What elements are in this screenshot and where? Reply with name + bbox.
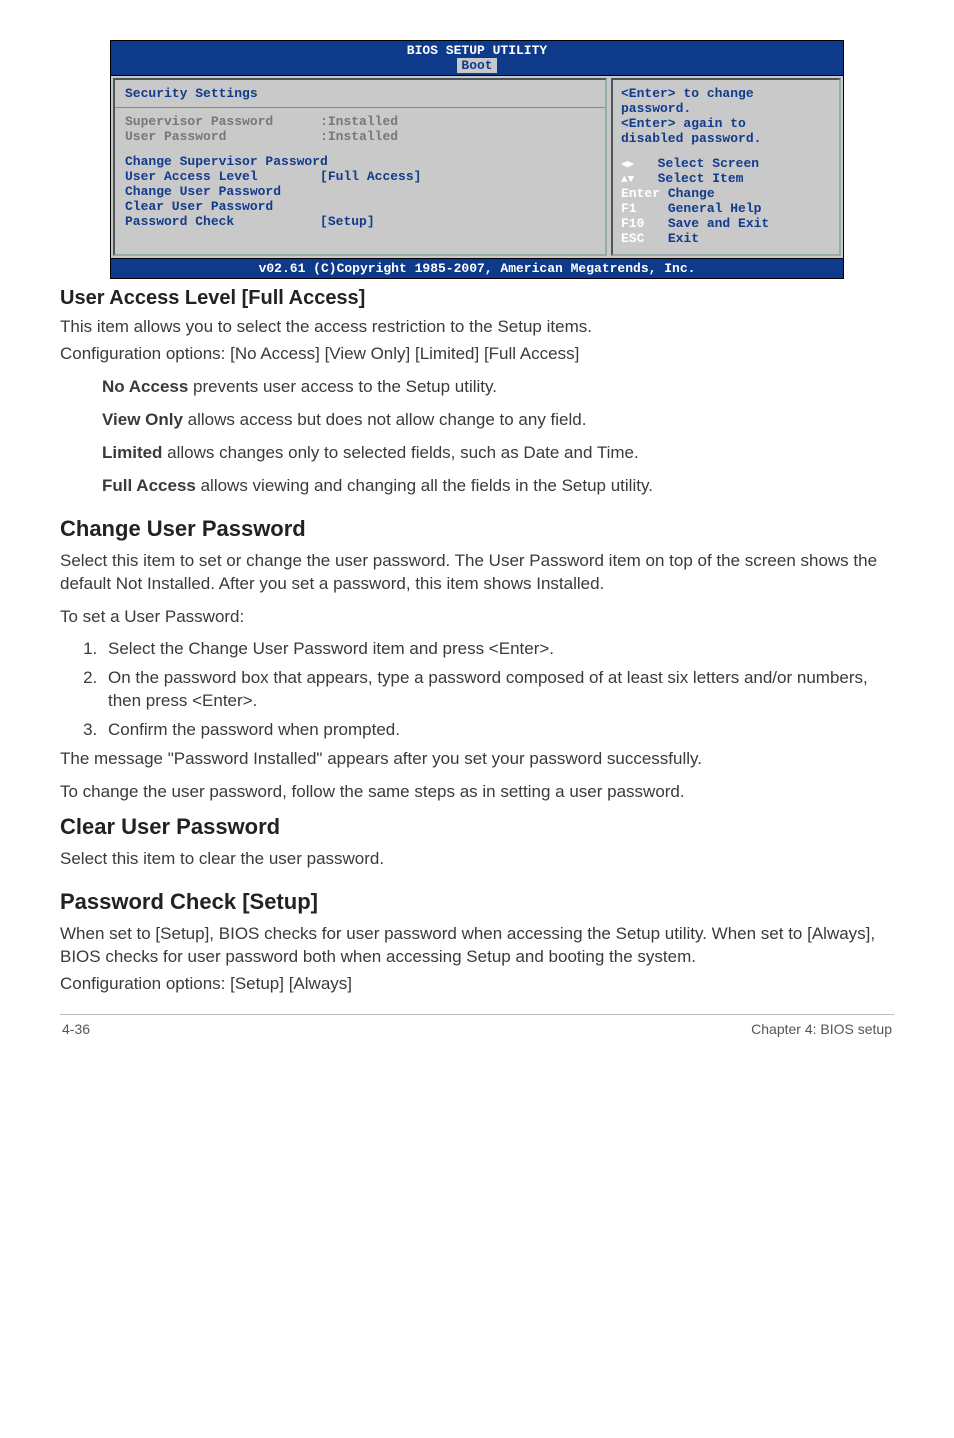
bios-user-password-row: User Password :Installed: [125, 129, 595, 144]
chapter-title: Chapter 4: BIOS setup: [751, 1021, 892, 1037]
bios-footer: v02.61 (C)Copyright 1985-2007, American …: [111, 258, 843, 278]
option-no-access: No Access prevents user access to the Se…: [102, 376, 894, 399]
option-full-access: Full Access allows viewing and changing …: [102, 475, 894, 498]
heading-change-user-password: Change User Password: [60, 516, 894, 542]
option-view-only: View Only allows access but does not all…: [102, 409, 894, 432]
arrow-left-right-icon: ◀▶: [621, 159, 634, 171]
page-footer: 4-36 Chapter 4: BIOS setup: [60, 1021, 894, 1047]
bios-tab-row: Boot: [111, 58, 843, 75]
cup-change-note: To change the user password, follow the …: [60, 781, 894, 804]
bios-item-clear-user[interactable]: Clear User Password: [125, 199, 595, 214]
bios-right-panel: <Enter> to change password. <Enter> agai…: [611, 78, 841, 256]
cup-success-msg: The message "Password Installed" appears…: [60, 748, 894, 771]
ual-description: This item allows you to select the acces…: [60, 316, 894, 339]
option-limited: Limited allows changes only to selected …: [102, 442, 894, 465]
bios-tab-boot: Boot: [457, 58, 496, 73]
cup-steps-list: Select the Change User Password item and…: [60, 638, 894, 742]
bios-title: BIOS SETUP UTILITY: [111, 41, 843, 58]
bios-item-change-supervisor[interactable]: Change Supervisor Password: [125, 154, 595, 169]
page-number: 4-36: [62, 1021, 90, 1037]
pwc-description: When set to [Setup], BIOS checks for use…: [60, 923, 894, 969]
bios-nav-hints: ◀▶ Select Screen ▲▼ Select Item Enter Ch…: [621, 156, 831, 246]
pwc-config-options: Configuration options: [Setup] [Always]: [60, 973, 894, 996]
ual-config-options: Configuration options: [No Access] [View…: [60, 343, 894, 366]
cup-to-set: To set a User Password:: [60, 606, 894, 629]
bios-help-text: <Enter> to change password. <Enter> agai…: [621, 86, 831, 146]
cup-step-3: Confirm the password when prompted.: [102, 719, 894, 742]
bios-section-heading: Security Settings: [125, 86, 595, 101]
heading-user-access-level: User Access Level [Full Access]: [60, 287, 894, 310]
heading-clear-user-password: Clear User Password: [60, 814, 894, 840]
arrow-up-down-icon: ▲▼: [621, 174, 634, 186]
bios-setup-screenshot: BIOS SETUP UTILITY Boot Security Setting…: [110, 40, 844, 279]
cup-description: Select this item to set or change the us…: [60, 550, 894, 596]
clr-description: Select this item to clear the user passw…: [60, 848, 894, 871]
bios-item-password-check[interactable]: Password Check [Setup]: [125, 214, 595, 229]
cup-step-2: On the password box that appears, type a…: [102, 667, 894, 713]
bios-supervisor-password-row: Supervisor Password :Installed: [125, 114, 595, 129]
bios-item-change-user[interactable]: Change User Password: [125, 184, 595, 199]
bios-left-panel: Security Settings Supervisor Password :I…: [113, 78, 607, 256]
heading-password-check: Password Check [Setup]: [60, 889, 894, 915]
bios-item-user-access-level[interactable]: User Access Level [Full Access]: [125, 169, 595, 184]
cup-step-1: Select the Change User Password item and…: [102, 638, 894, 661]
